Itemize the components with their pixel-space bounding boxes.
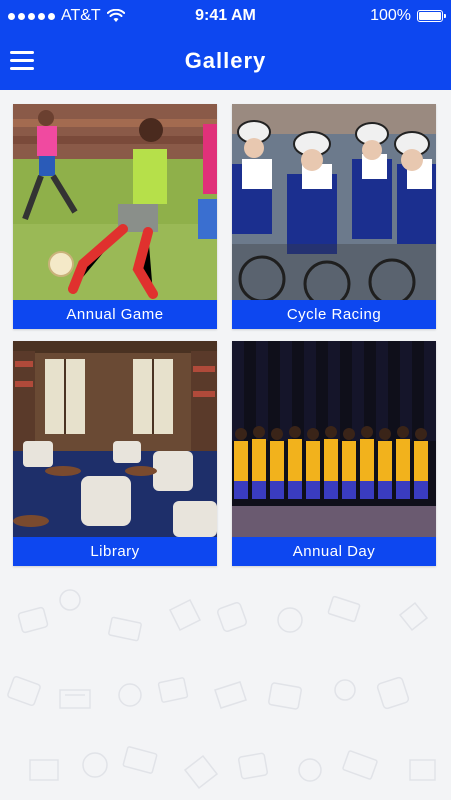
gallery-card-label: Annual Day: [232, 537, 436, 566]
gallery-card-library[interactable]: Library: [13, 341, 217, 566]
nav-bar: Gallery: [0, 32, 451, 90]
gallery-card-label: Annual Game: [13, 300, 217, 329]
gallery-card-label: Cycle Racing: [232, 300, 436, 329]
library-photo: [13, 341, 217, 537]
carrier-label: AT&T: [61, 7, 101, 24]
app-header: AT&T 9:41 AM 100% Gallery: [0, 0, 451, 90]
gallery-card-annual-game[interactable]: Annual Game: [13, 104, 217, 329]
status-left: AT&T: [8, 7, 125, 25]
gallery-card-label: Library: [13, 537, 217, 566]
annual-day-photo: [232, 341, 436, 537]
status-right: 100%: [370, 7, 446, 25]
battery-percentage: 100%: [370, 7, 411, 24]
annual-game-photo: [13, 104, 217, 300]
battery-icon: [417, 10, 446, 22]
cycle-racing-photo: [232, 104, 436, 300]
gallery-card-annual-day[interactable]: Annual Day: [232, 341, 436, 566]
wifi-icon: [106, 9, 125, 22]
page-title: Gallery: [184, 48, 267, 73]
signal-strength-icon: [8, 12, 55, 20]
status-bar: AT&T 9:41 AM 100%: [0, 0, 451, 32]
gallery-grid: Annual Game Cycle Racing Library Annual …: [0, 90, 451, 570]
hamburger-menu-icon[interactable]: [10, 46, 40, 74]
gallery-card-cycle-racing[interactable]: Cycle Racing: [232, 104, 436, 329]
